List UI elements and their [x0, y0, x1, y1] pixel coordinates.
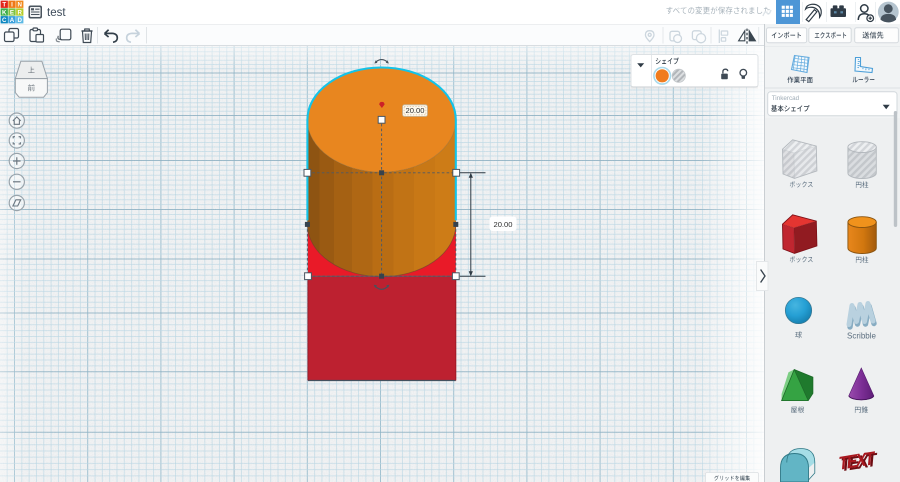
- svg-text:20.00: 20.00: [405, 106, 424, 115]
- svg-text:T: T: [2, 2, 6, 9]
- svg-text:test: test: [47, 7, 66, 19]
- svg-text:K: K: [2, 9, 7, 16]
- svg-text:R: R: [18, 9, 23, 16]
- svg-text:20.00: 20.00: [493, 220, 512, 229]
- svg-text:E: E: [10, 9, 14, 16]
- svg-text:I: I: [11, 2, 13, 9]
- svg-text:C: C: [2, 17, 7, 24]
- svg-text:Scribble: Scribble: [847, 332, 876, 341]
- svg-text:N: N: [18, 2, 23, 9]
- svg-text:D: D: [18, 17, 23, 24]
- svg-text:A: A: [10, 17, 15, 24]
- svg-text:Tinkercad: Tinkercad: [772, 95, 800, 102]
